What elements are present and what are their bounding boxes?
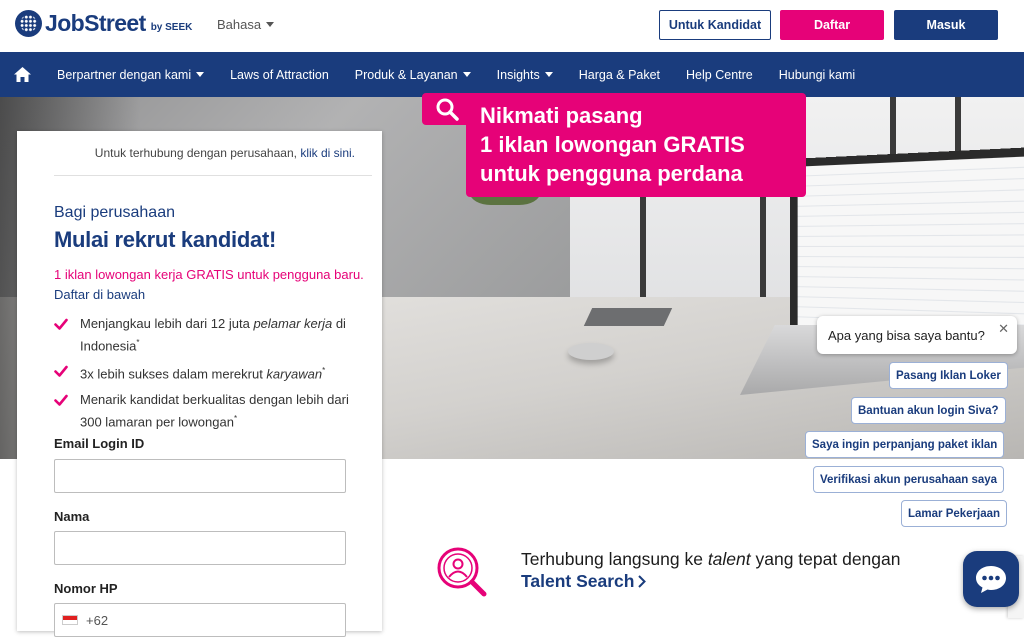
chat-option-apply-job[interactable]: Lamar Pekerjaan — [901, 500, 1008, 527]
hero-promo-banner: Nikmati pasang 1 iklan lowongan GRATIS u… — [466, 93, 806, 197]
check-icon — [54, 318, 68, 330]
chevron-down-icon — [544, 72, 553, 77]
talent-title-pre: Terhubung langsung ke — [521, 549, 708, 569]
logo-globe-icon — [15, 10, 42, 37]
mouse-image — [568, 343, 614, 360]
chat-prompt-bubble: Apa yang bisa saya bantu? ✕ — [817, 316, 1017, 354]
nav-item-label: Hubungi kami — [778, 67, 856, 82]
benefits-list: Menjangkau lebih dari 12 juta pelamar ke… — [54, 314, 364, 437]
benefit-item: Menjangkau lebih dari 12 juta pelamar ke… — [54, 314, 364, 355]
chat-option-verify-company[interactable]: Verifikasi akun perusahaan saya — [813, 466, 1005, 493]
nav-item-label: Produk & Layanan — [354, 67, 458, 82]
promo-line: Nikmati pasang — [480, 103, 643, 128]
home-icon[interactable] — [0, 52, 44, 97]
language-label: Bahasa — [217, 17, 262, 32]
email-field[interactable] — [54, 459, 346, 493]
chat-option-renew-package[interactable]: Saya ingin perpanjang paket iklan — [805, 431, 1005, 458]
indonesia-flag-icon[interactable] — [62, 615, 78, 625]
promo-line: 1 iklan lowongan GRATIS — [480, 132, 745, 157]
chat-question: Apa yang bisa saya bantu? — [828, 327, 985, 343]
close-icon[interactable]: ✕ — [998, 321, 1009, 337]
nav-item-insights[interactable]: Insights — [484, 52, 566, 97]
chevron-down-icon — [462, 72, 471, 77]
chat-option-login-help[interactable]: Bantuan akun login Siva? — [851, 397, 1006, 424]
register-below-link[interactable]: Daftar di bawah — [54, 287, 145, 302]
top-bar: JobStreet by SEEK Bahasa Untuk Kandidat … — [0, 0, 1024, 52]
nav-item-products[interactable]: Produk & Layanan — [342, 52, 484, 97]
login-button[interactable]: Masuk — [894, 10, 998, 40]
book-image — [583, 308, 673, 326]
nav-item-label: Help Centre — [686, 67, 753, 82]
chat-bubble-icon — [976, 566, 1006, 593]
nav-item-label: Berpartner dengan kami — [57, 67, 192, 82]
check-icon — [54, 394, 68, 406]
talent-search-title: Terhubung langsung ke talent yang tepat … — [521, 549, 900, 570]
promo-line: untuk pengguna perdana — [480, 161, 743, 186]
benefit-text: Menjangkau lebih dari 12 juta pelamar ke… — [80, 316, 346, 354]
language-selector[interactable]: Bahasa — [217, 17, 275, 32]
check-icon — [54, 366, 68, 378]
divider — [54, 175, 372, 176]
talent-title-em: talent — [707, 549, 751, 569]
benefit-item: Menarik kandidat berkualitas dengan lebi… — [54, 390, 364, 431]
search-icon — [422, 93, 472, 125]
connect-text-label: Untuk terhubung dengan perusahaan, — [94, 146, 297, 160]
name-label: Nama — [54, 509, 90, 524]
main-nav: Berpartner dengan kami Laws of Attractio… — [0, 52, 1024, 97]
logo-by-seek: by SEEK — [150, 22, 193, 33]
benefit-item: 3x lebih sukses dalam merekrut karyawan* — [54, 361, 364, 383]
nav-item-pricing[interactable]: Harga & Paket — [566, 52, 673, 97]
nav-item-help-centre[interactable]: Help Centre — [673, 52, 766, 97]
nav-item-partner[interactable]: Berpartner dengan kami — [44, 52, 217, 97]
chevron-down-icon — [196, 72, 205, 77]
form-promo-text: 1 iklan lowongan kerja GRATIS untuk peng… — [54, 267, 364, 282]
talent-search-icon — [434, 544, 490, 600]
nav-item-label: Insights — [496, 67, 540, 82]
benefit-text: Menarik kandidat berkualitas dengan lebi… — [80, 391, 349, 429]
logo-text: JobStreet — [45, 10, 146, 36]
signup-form-card: Untuk terhubung dengan perusahaan, klik … — [17, 131, 382, 637]
nav-item-contact[interactable]: Hubungi kami — [766, 52, 868, 97]
nav-item-label: Harga & Paket — [578, 67, 661, 82]
phone-prefix: +62 — [86, 612, 109, 628]
candidate-button[interactable]: Untuk Kandidat — [659, 10, 771, 40]
form-subtitle: Bagi perusahaan — [54, 204, 175, 221]
connect-link[interactable]: klik di sini. — [300, 146, 355, 160]
form-title: Mulai rekrut kandidat! — [54, 227, 276, 252]
connect-text: Untuk terhubung dengan perusahaan, klik … — [17, 146, 355, 160]
phone-label: Nomor HP — [54, 581, 118, 596]
talent-search-link-label: Talent Search — [521, 571, 635, 591]
nav-item-laws-of-attraction[interactable]: Laws of Attraction — [217, 52, 342, 97]
register-button[interactable]: Daftar — [780, 10, 884, 40]
nav-item-label: Laws of Attraction — [230, 67, 329, 82]
email-label: Email Login ID — [54, 436, 145, 451]
phone-field[interactable]: +62 — [54, 603, 346, 637]
chevron-right-icon — [638, 575, 647, 588]
name-field[interactable] — [54, 531, 346, 565]
benefit-text: 3x lebih sukses dalam merekrut karyawan* — [80, 366, 326, 382]
jobstreet-logo[interactable]: JobStreet by SEEK — [15, 10, 192, 37]
talent-title-post: yang tepat dengan — [750, 549, 901, 569]
chevron-down-icon — [266, 22, 275, 27]
chat-launcher-button[interactable] — [963, 551, 1019, 607]
chat-option-post-job[interactable]: Pasang Iklan Loker — [889, 362, 1008, 389]
talent-search-link[interactable]: Talent Search — [521, 571, 647, 592]
